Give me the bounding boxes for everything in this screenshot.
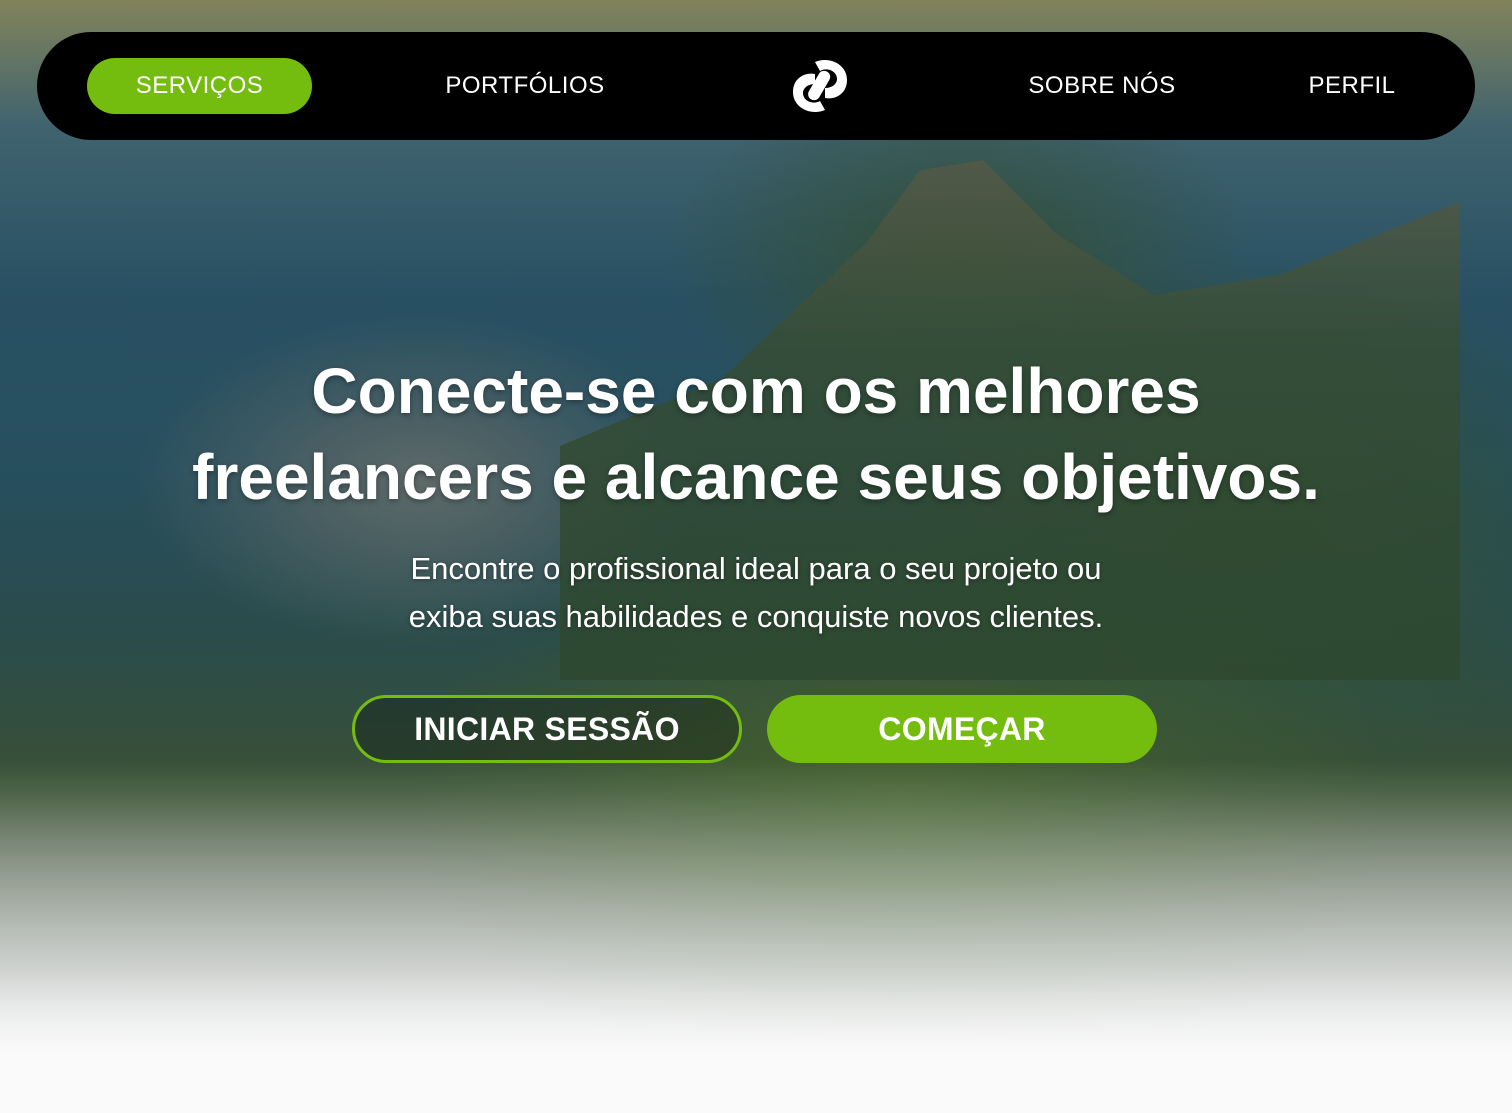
link-logo-icon[interactable]	[785, 54, 855, 118]
hero-overlay	[0, 0, 1512, 1055]
hero-headline: Conecte-se com os melhores freelancers e…	[156, 348, 1356, 520]
headline-line-2: freelancers e alcance seus objetivos.	[192, 441, 1320, 513]
nav-item-servicos[interactable]: SERVIÇOS	[87, 58, 312, 114]
headline-line-1: Conecte-se com os melhores	[311, 355, 1201, 427]
hero-subtitle: Encontre o profissional ideal para o seu…	[306, 545, 1206, 641]
login-button[interactable]: INICIAR SESSÃO	[352, 695, 742, 763]
subtitle-line-2: exiba suas habilidades e conquiste novos…	[408, 599, 1104, 634]
get-started-button[interactable]: COMEÇAR	[767, 695, 1157, 763]
nav-item-perfil[interactable]: PERFIL	[1292, 58, 1412, 114]
nav-item-portfolios[interactable]: PORTFÓLIOS	[422, 58, 628, 114]
hero-background-image	[0, 0, 1512, 1055]
subtitle-line-1: Encontre o profissional ideal para o seu…	[410, 551, 1102, 586]
nav-item-sobre-nos[interactable]: SOBRE NÓS	[1012, 58, 1192, 114]
top-navbar: SERVIÇOS PORTFÓLIOS SOBRE NÓS PERFIL	[37, 32, 1475, 140]
